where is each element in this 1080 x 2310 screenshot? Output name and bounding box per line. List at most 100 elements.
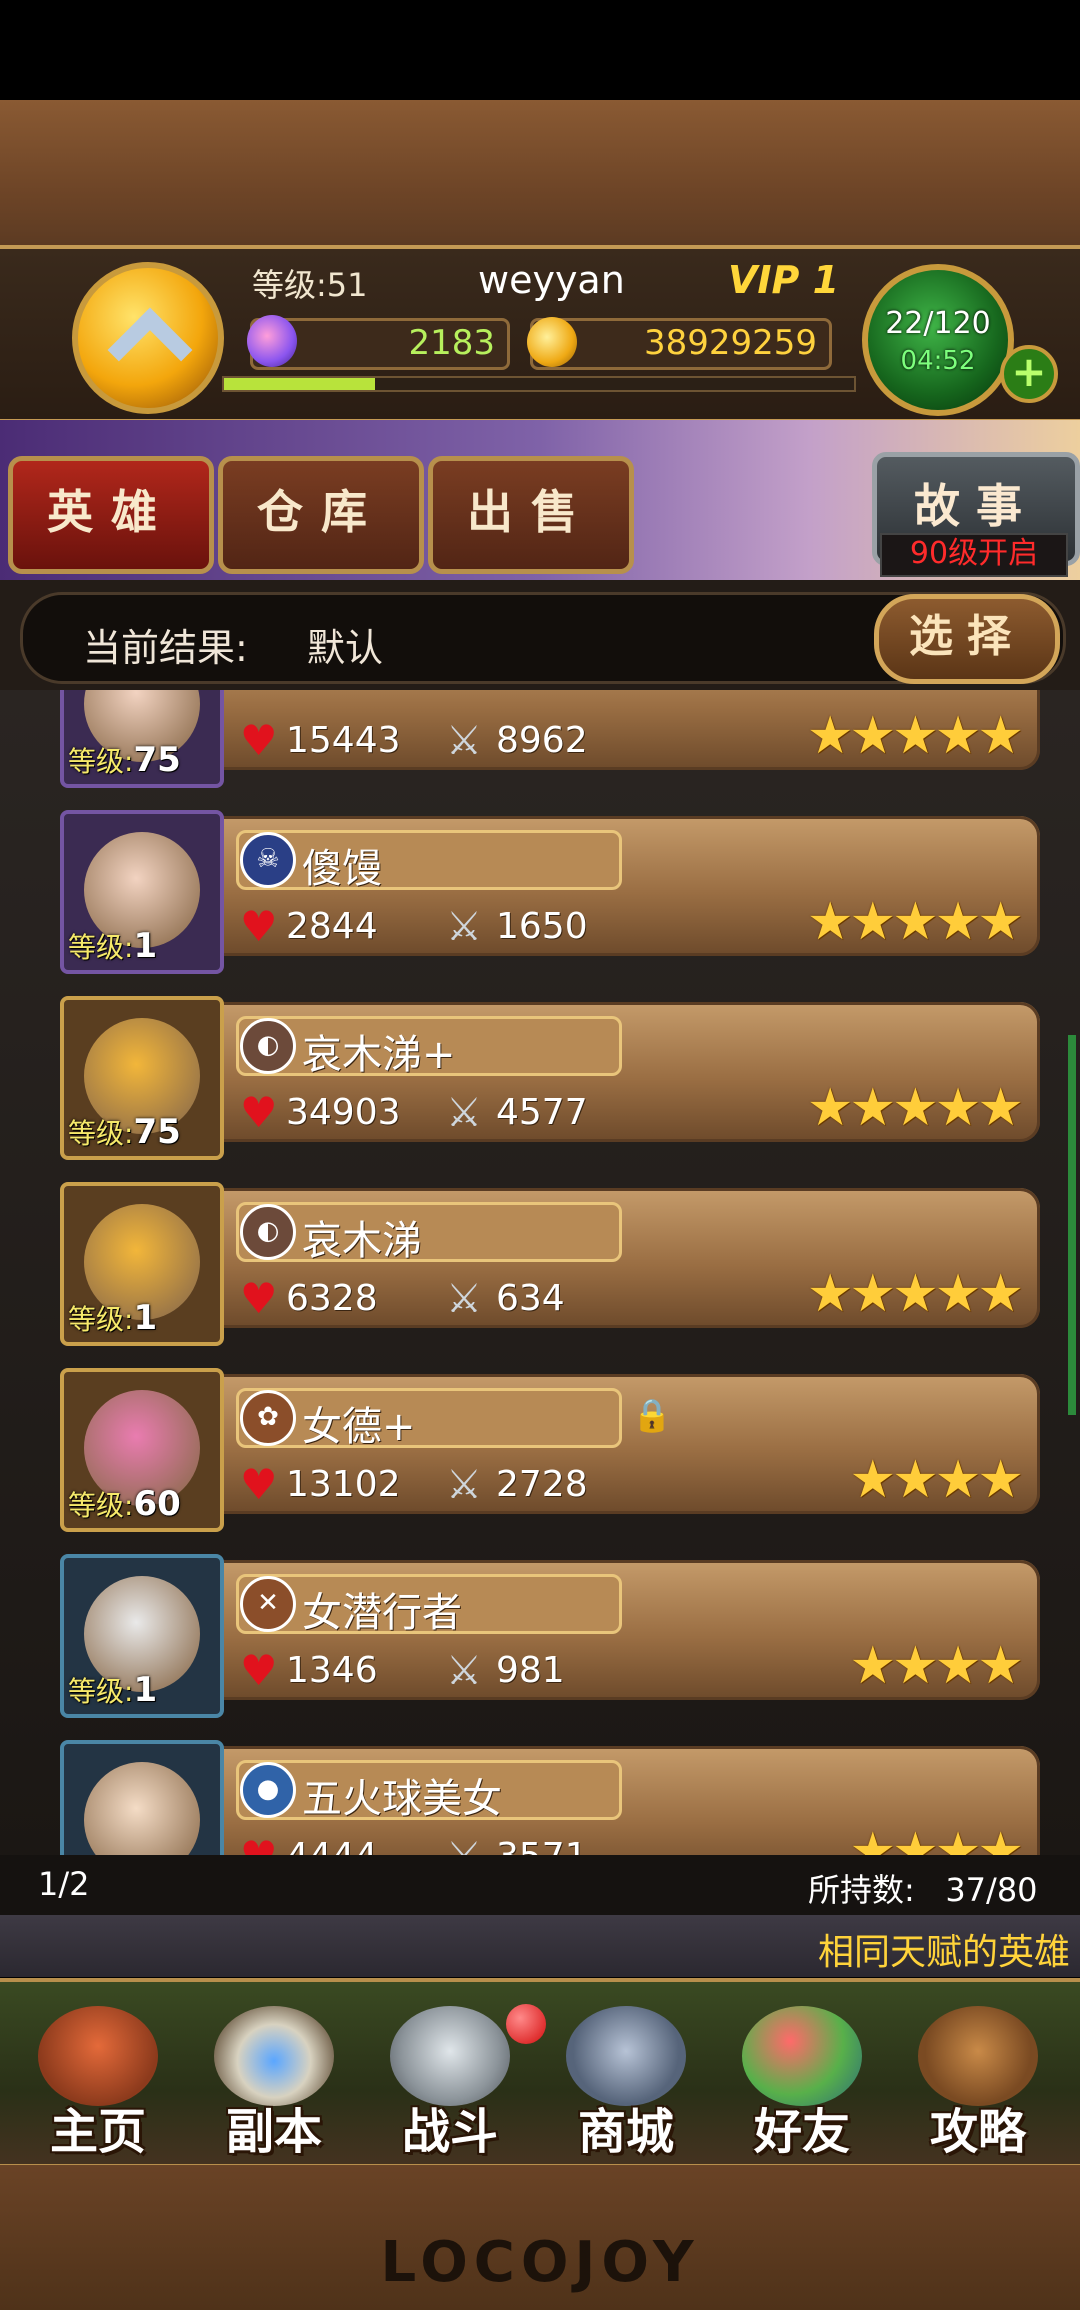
notification-dot bbox=[506, 2004, 546, 2044]
hero-level: 75 bbox=[133, 1112, 181, 1152]
hero-level: 60 bbox=[133, 1484, 181, 1524]
hero-name: 哀木涕+ bbox=[302, 1032, 456, 1078]
owl-icon bbox=[566, 2006, 686, 2106]
shield-icon: ◐ bbox=[240, 1018, 296, 1074]
hero-level: 1 bbox=[133, 926, 158, 966]
add-energy-button[interactable]: + bbox=[1000, 345, 1058, 403]
nav-shop-label: 商城 bbox=[577, 2104, 674, 2160]
gold-value: 38929259 bbox=[643, 323, 817, 363]
tab-warehouse[interactable]: 仓库 bbox=[218, 456, 424, 574]
publisher-logo: LOCOJOY bbox=[380, 2230, 700, 2295]
heart-icon: ♥ bbox=[240, 1460, 278, 1509]
hero-hp: 34903 bbox=[286, 1092, 401, 1133]
hero-level-tag: 等级:1 bbox=[68, 1670, 157, 1710]
hold-count: 所持数: 37/80 bbox=[808, 1865, 1038, 1911]
tab-heroes[interactable]: 英雄 bbox=[8, 456, 214, 574]
hero-row[interactable]: 等级:50 ●五火球美女 ♥ 4444 ⚔ 3571 ★★★★ bbox=[60, 1736, 1040, 1855]
hero-hp: 13102 bbox=[286, 1464, 401, 1505]
nav-battle-label: 战斗 bbox=[401, 2104, 498, 2160]
hero-level-tag: 等级:1 bbox=[68, 1298, 157, 1338]
hero-portrait[interactable]: 等级:1 bbox=[60, 1182, 224, 1346]
hero-portrait[interactable]: 等级:1 bbox=[60, 1554, 224, 1718]
hero-stars: ★★★★★ bbox=[806, 892, 1024, 952]
hero-level-tag: 等级:75 bbox=[68, 740, 181, 780]
hero-list[interactable]: 等级:75 ♥ 15443 ⚔ 8962 ★★★★★ 等级:1 ☠ 傻馒 ♥ 2844 ⚔ 1650 ★★… bbox=[0, 690, 1080, 1855]
player-name: weyyan bbox=[478, 258, 625, 302]
hero-level-tag: 等级:1 bbox=[68, 926, 157, 966]
hero-name: 女德+ bbox=[302, 1404, 416, 1450]
story-unlock-label: 90级开启 bbox=[880, 533, 1068, 577]
hero-portrait[interactable]: 等级:60 bbox=[60, 1368, 224, 1532]
hero-stars: ★★★★★ bbox=[806, 706, 1024, 766]
hero-hp: 4444 bbox=[286, 1836, 378, 1855]
hero-row[interactable]: 等级:1 ☠ 傻馒 ♥ 2844 ⚔ 1650 ★★★★★ bbox=[60, 806, 1040, 974]
tab-sell[interactable]: 出售 bbox=[428, 456, 634, 574]
nav-dungeon[interactable]: 副本 bbox=[196, 2000, 352, 2160]
house-icon bbox=[38, 2006, 158, 2106]
hero-level-tag: 等级:75 bbox=[68, 1112, 181, 1152]
hero-attack: 634 bbox=[496, 1278, 565, 1319]
nav-guide[interactable]: 攻略 bbox=[900, 2000, 1056, 2160]
nav-guide-label: 攻略 bbox=[929, 2104, 1026, 2160]
hero-name: 哀木涕 bbox=[302, 1218, 422, 1264]
energy-orb[interactable]: 22/120 04:52 bbox=[862, 264, 1014, 416]
hero-row[interactable]: 等级:1 ◐ 哀木涕 ♥ 6328 ⚔ 634 ★★★★★ bbox=[60, 1178, 1040, 1346]
hero-portrait[interactable]: 等级:1 bbox=[60, 810, 224, 974]
filter-label: 当前结果: bbox=[83, 626, 248, 670]
top-wood-frame bbox=[0, 100, 1080, 250]
hero-attack: 3571 bbox=[496, 1836, 588, 1855]
hero-portrait[interactable]: 等级:75 bbox=[60, 690, 224, 788]
gold-counter[interactable]: 38929259 bbox=[527, 317, 832, 370]
list-scrollbar[interactable] bbox=[1068, 1035, 1076, 1415]
pager-bar: 1/2 所持数: 37/80 bbox=[0, 1855, 1080, 1915]
hero-attack: 981 bbox=[496, 1650, 565, 1691]
rank-orb[interactable] bbox=[72, 262, 224, 414]
hero-stars: ★★★★ bbox=[849, 1636, 1024, 1696]
hero-level: 75 bbox=[133, 740, 181, 780]
hero-stars: ★★★★ bbox=[849, 1822, 1024, 1855]
book-icon bbox=[918, 2006, 1038, 2106]
hero-attack: 8962 bbox=[496, 720, 588, 761]
hero-level: 1 bbox=[133, 1298, 158, 1338]
gem-value: 2183 bbox=[408, 323, 495, 363]
hero-name: 五火球美女 bbox=[302, 1776, 502, 1822]
hero-name: 女潜行者 bbox=[302, 1590, 462, 1636]
crossed-swords-icon: ⚔ bbox=[446, 1276, 482, 1322]
nav-shop[interactable]: 商城 bbox=[548, 2000, 704, 2160]
nav-battle[interactable]: 战斗 bbox=[372, 2000, 528, 2160]
hold-label: 所持数: bbox=[808, 1871, 915, 1909]
exp-fill bbox=[224, 378, 376, 390]
heart-icon: ♥ bbox=[240, 1088, 278, 1137]
select-button[interactable]: 选择 bbox=[874, 594, 1060, 684]
gem-counter[interactable]: 2183 bbox=[247, 315, 510, 370]
status-bar bbox=[0, 0, 1080, 100]
crossed-swords-icon: ⚔ bbox=[446, 718, 482, 764]
crossed-swords-icon: ⚔ bbox=[446, 1090, 482, 1136]
energy-count: 22/120 bbox=[885, 306, 991, 341]
lock-icon[interactable]: 🔒 bbox=[632, 1396, 672, 1436]
shield-icon: ◐ bbox=[240, 1204, 296, 1260]
nav-home[interactable]: 主页 bbox=[20, 2000, 176, 2160]
hero-level-tag: 等级:60 bbox=[68, 1484, 181, 1524]
nav-friends[interactable]: 好友 bbox=[724, 2000, 880, 2160]
hero-stars: ★★★★ bbox=[849, 1450, 1024, 1510]
gold-coin-icon bbox=[527, 317, 577, 367]
hero-row[interactable]: 等级:75 ♥ 15443 ⚔ 8962 ★★★★★ bbox=[60, 690, 1040, 788]
hero-row[interactable]: 等级:60 ✿ 女德+ ♥ 13102 ⚔ 2728 ★★★★ 🔒 bbox=[60, 1364, 1040, 1532]
exp-bar bbox=[222, 376, 856, 392]
hero-row[interactable]: 等级:75 ◐ 哀木涕+ ♥ 34903 ⚔ 4577 ★★★★★ bbox=[60, 992, 1040, 1160]
heart-icon: ♥ bbox=[240, 1274, 278, 1323]
hero-portrait[interactable]: 等级:50 bbox=[60, 1740, 224, 1855]
heart-icon: ♥ bbox=[240, 902, 278, 951]
hero-row[interactable]: 等级:1 ✕ 女潜行者 ♥ 1346 ⚔ 981 ★★★★ bbox=[60, 1550, 1040, 1718]
hero-stars: ★★★★★ bbox=[806, 1264, 1024, 1324]
crossed-swords-icon: ⚔ bbox=[446, 904, 482, 950]
hero-level-label: 等级: bbox=[68, 1303, 134, 1336]
hero-portrait[interactable]: 等级:75 bbox=[60, 996, 224, 1160]
vip-badge[interactable]: VIP 1 bbox=[728, 258, 839, 302]
heart-icon: ♥ bbox=[240, 1646, 278, 1695]
hero-stars: ★★★★★ bbox=[806, 1078, 1024, 1138]
friends-icon bbox=[742, 2006, 862, 2106]
hero-name: 傻馒 bbox=[302, 846, 382, 892]
hero-face-icon bbox=[84, 1762, 200, 1855]
